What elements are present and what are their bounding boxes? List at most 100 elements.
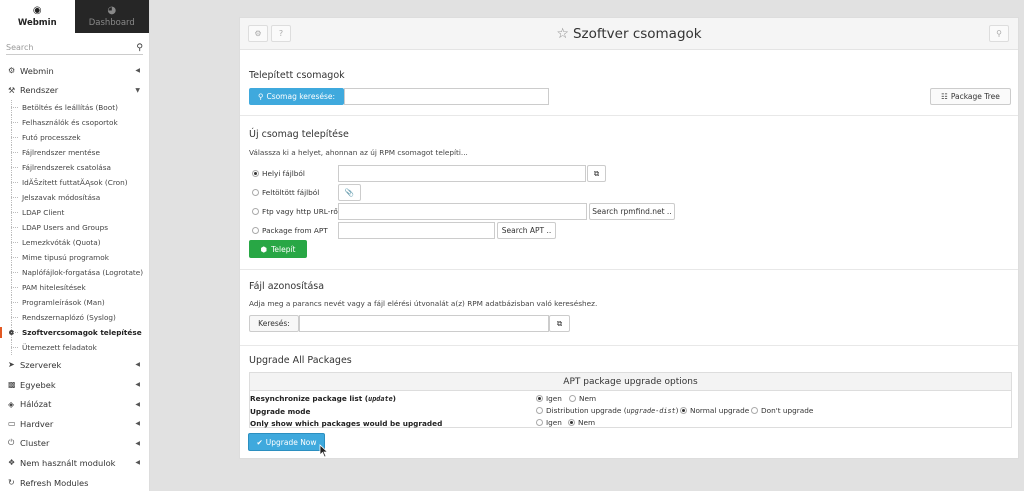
resync-code: update xyxy=(368,395,393,403)
sidebar-item-mime[interactable]: Mime tipusú programok xyxy=(0,250,149,266)
url-input[interactable] xyxy=(338,203,587,220)
sidebar-item-scheduled[interactable]: Ütemezett feladatok xyxy=(0,340,149,356)
sidebar-cat-rendszer[interactable]: ⚒ Rendszer ▼ xyxy=(0,81,149,101)
normal-label: Normal upgrade xyxy=(690,406,750,415)
sidebar-menu: ⚙ Webmin ◀ ⚒ Rendszer ▼ Betöltés és leállítá… xyxy=(0,61,149,491)
chevron-left-icon: ◀ xyxy=(135,381,140,389)
search-rpmfind-button[interactable]: Search rpmfind.net .. xyxy=(589,203,675,220)
sidebar-cat-label: Rendszer xyxy=(20,85,59,96)
sidebar-item-pam[interactable]: PAM hitelesítések xyxy=(0,280,149,296)
mode-normal-radio[interactable]: Normal upgrade xyxy=(680,406,749,415)
only-show-yes-radio[interactable]: Igen xyxy=(536,418,562,427)
browse-file-button[interactable]: ⧉ xyxy=(549,315,570,332)
tab-webmin-label: Webmin xyxy=(17,17,57,28)
resync-yes-radio[interactable]: Igen xyxy=(536,394,562,403)
package-tree-button[interactable]: ☷ Package Tree xyxy=(930,88,1011,105)
local-file-input[interactable] xyxy=(338,165,586,182)
sidebar-item-label: Futó processzek xyxy=(22,133,81,143)
source-local-radio[interactable]: Helyi fájlból xyxy=(252,169,305,178)
radio-unchecked xyxy=(252,227,259,234)
sidebar-item-cron[interactable]: IdĂŠzített futtatĂĄsok (Cron) xyxy=(0,175,149,191)
sidebar-item-users[interactable]: Felhasználók és csoportok xyxy=(0,115,149,131)
refresh-icon: ↻ xyxy=(8,478,15,488)
sidebar-cat-label: Hálózat xyxy=(20,399,52,410)
active-dot-icon xyxy=(9,330,14,336)
rocket-icon: ➤ xyxy=(8,360,15,370)
installed-heading: Telepített csomagok xyxy=(249,70,345,81)
wrench-icon: ⚒ xyxy=(8,85,16,95)
dashboard-icon: ◕ xyxy=(107,4,117,16)
sidebar-item-logrotate[interactable]: Naplófájlok-forgatása (Logrotate) xyxy=(0,265,149,281)
sidebar-item-label: Felhasználók és csoportok xyxy=(22,118,118,128)
radio-unchecked xyxy=(536,419,543,426)
sidebar-cat-halozat[interactable]: ◈ Hálózat ◀ xyxy=(0,394,149,414)
search-package-button[interactable]: ⚲ Csomag keresése: xyxy=(249,88,344,105)
sidebar-item-ldap-client[interactable]: LDAP Client xyxy=(0,205,149,221)
file-id-heading: Fájl azonosítása xyxy=(249,281,325,292)
search-icon[interactable]: ⚲ xyxy=(136,43,143,53)
source-url-radio[interactable]: Ftp vagy http URL-ről xyxy=(252,207,340,216)
tree-icon: ☷ xyxy=(941,92,948,101)
mode-dist-radio[interactable]: Distribution upgrade (upgrade-dist) xyxy=(536,406,679,415)
source-upload-label: Feltöltött fájlból xyxy=(262,188,320,197)
radio-checked xyxy=(568,419,575,426)
divider xyxy=(240,345,1018,346)
upgrade-options-title: APT package upgrade options xyxy=(250,373,1011,391)
tab-dashboard[interactable]: ◕ Dashboard xyxy=(74,0,149,33)
sidebar-cat-unused[interactable]: ❖ Nem használt modulok ◀ xyxy=(0,453,149,473)
sidebar-item-quota[interactable]: Lemezkvóták (Quota) xyxy=(0,235,149,251)
dist-label: Distribution upgrade ( xyxy=(546,406,627,415)
sidebar-item-label: Szoftvercsomagok telepítése xyxy=(22,328,142,338)
source-apt-radio[interactable]: Package from APT xyxy=(252,226,328,235)
sidebar-refresh-modules[interactable]: ↻ Refresh Modules xyxy=(0,473,149,491)
sidebar-item-label: Jelszavak módosítása xyxy=(22,193,101,203)
sidebar-item-processes[interactable]: Futó processzek xyxy=(0,130,149,146)
star-icon[interactable]: ☆ xyxy=(556,26,569,42)
only-show-no-radio[interactable]: Nem xyxy=(568,418,595,427)
source-url-label: Ftp vagy http URL-ről xyxy=(262,207,340,216)
file-search-input[interactable] xyxy=(299,315,549,332)
search-icon: ⚲ xyxy=(996,29,1002,38)
sidebar-cat-cluster[interactable]: ⏻ Cluster ◀ xyxy=(0,434,149,454)
chevron-left-icon: ◀ xyxy=(135,459,140,467)
radio-checked xyxy=(680,407,687,414)
mode-dont-radio[interactable]: Don't upgrade xyxy=(751,406,813,415)
chevron-left-icon: ◀ xyxy=(135,420,140,428)
upgrade-now-button[interactable]: ✔ Upgrade Now xyxy=(248,433,325,451)
panel-search-button[interactable]: ⚲ xyxy=(989,25,1009,42)
dont-label: Don't upgrade xyxy=(761,406,814,415)
sidebar-cat-webmin[interactable]: ⚙ Webmin ◀ xyxy=(0,61,149,81)
radio-unchecked xyxy=(252,208,259,215)
puzzle-icon: ❖ xyxy=(8,458,16,468)
sidebar-item-man[interactable]: Programleírások (Man) xyxy=(0,295,149,311)
sidebar-cat-label: Refresh Modules xyxy=(20,477,89,488)
sidebar-item-backup[interactable]: Fájlrendszer mentése xyxy=(0,145,149,161)
yes-label: Igen xyxy=(546,394,562,403)
source-local-label: Helyi fájlból xyxy=(262,169,305,178)
sidebar-cat-szerverek[interactable]: ➤ Szerverek ◀ xyxy=(0,355,149,375)
package-search-input[interactable] xyxy=(344,88,549,105)
hdd-icon: ▭ xyxy=(8,419,16,429)
search-icon: ⚲ xyxy=(257,92,264,101)
search-apt-button[interactable]: Search APT .. xyxy=(497,222,556,239)
upload-file-button[interactable]: 📎 xyxy=(338,184,361,201)
sidebar-cat-label: Egyebek xyxy=(20,379,56,390)
sidebar-item-software[interactable]: Szoftvercsomagok telepítése xyxy=(0,325,149,341)
resync-no-radio[interactable]: Nem xyxy=(569,394,596,403)
tab-webmin[interactable]: ◉ Webmin xyxy=(0,0,75,33)
apt-package-input[interactable] xyxy=(338,222,495,239)
sidebar-item-ldap-users[interactable]: LDAP Users and Groups xyxy=(0,220,149,236)
sidebar-item-boot[interactable]: Betöltés és leállítás (Boot) xyxy=(0,100,149,116)
source-upload-radio[interactable]: Feltöltött fájlból xyxy=(252,188,319,197)
sidebar-item-label: LDAP Client xyxy=(22,208,65,218)
install-button[interactable]: ⬢ Telepít xyxy=(249,240,307,258)
browse-local-button[interactable]: ⧉ xyxy=(587,165,606,182)
sidebar-cat-hardver[interactable]: ▭ Hardver ◀ xyxy=(0,414,149,434)
sidebar-item-mounts[interactable]: Fájlrendszerek csatolása xyxy=(0,160,149,176)
sidebar-item-label: Betöltés és leállítás (Boot) xyxy=(22,103,118,113)
sidebar-item-passwords[interactable]: Jelszavak módosítása xyxy=(0,190,149,206)
sidebar-search-input[interactable] xyxy=(6,43,116,52)
sidebar-item-syslog[interactable]: Rendszernaplózó (Syslog) xyxy=(0,310,149,326)
sidebar-cat-egyebek[interactable]: ▩ Egyebek ◀ xyxy=(0,375,149,395)
file-icon: ▩ xyxy=(8,380,16,390)
